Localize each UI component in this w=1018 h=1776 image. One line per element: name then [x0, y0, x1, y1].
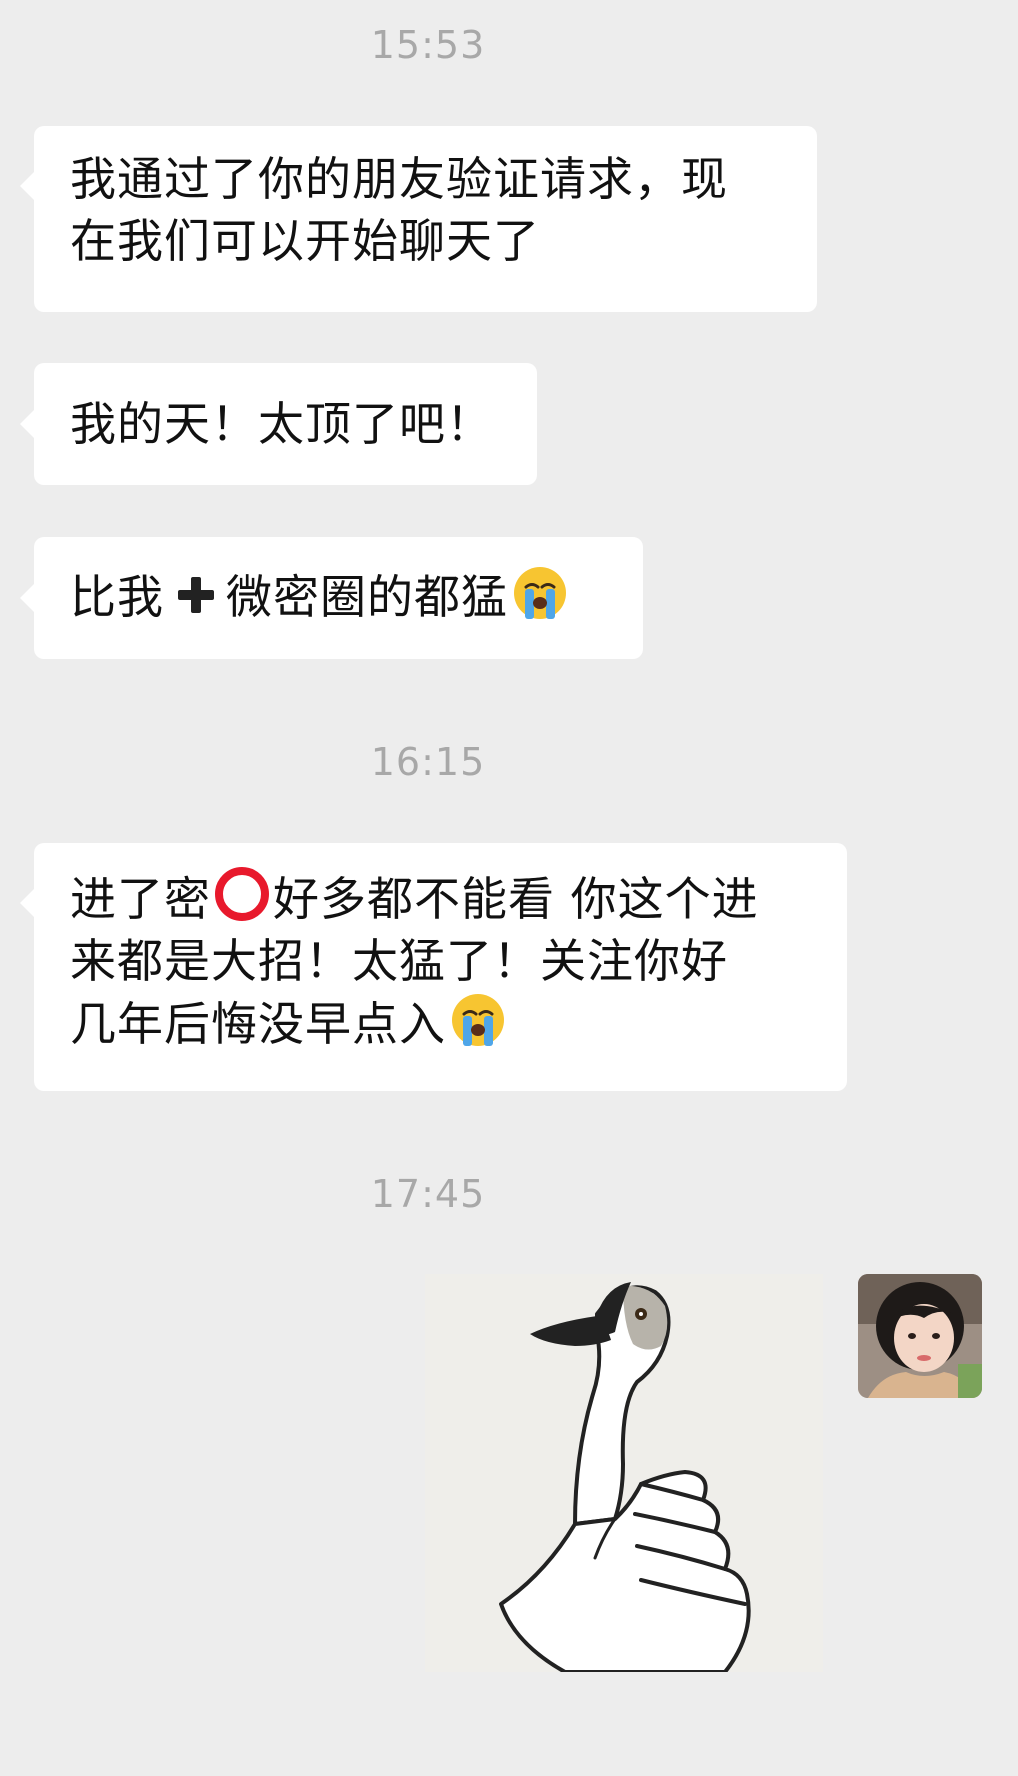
- message-text-line: 在我们可以开始聊天了: [70, 214, 540, 268]
- message-text-line: 几年后悔没早点入: [70, 992, 811, 1055]
- avatar[interactable]: [858, 1274, 982, 1398]
- message-text-part: 微密圈的都猛: [226, 570, 508, 624]
- hollow-red-circle-icon: [215, 867, 269, 921]
- incoming-message-bubble[interactable]: 我通过了你的朋友验证请求，现 在我们可以开始聊天了: [20, 126, 817, 312]
- message-text-part: 好多都不能看 你这个进: [273, 872, 759, 926]
- incoming-message-bubble[interactable]: 比我 微密圈的都猛: [20, 537, 643, 659]
- incoming-message-bubble[interactable]: 我的天！太顶了吧！: [20, 363, 537, 485]
- goose-thumbs-up-illustration: [499, 1282, 751, 1674]
- message-text-line: 进了密 好多都不能看 你这个进: [70, 865, 811, 930]
- loudly-crying-face-icon: [514, 567, 566, 619]
- incoming-message-bubble[interactable]: 进了密 好多都不能看 你这个进 来都是大招！太猛了！关注你好 几年后悔没早点入: [20, 843, 847, 1091]
- loudly-crying-face-icon: [452, 994, 504, 1046]
- message-text-part: 几年后悔没早点入: [70, 997, 446, 1051]
- chat-area[interactable]: 15:53 我通过了你的朋友验证请求，现 在我们可以开始聊天了 我的天！太顶了吧…: [0, 0, 1018, 1776]
- message-text-line: 我通过了你的朋友验证请求，现: [70, 152, 728, 206]
- message-text: 比我 微密圈的都猛: [70, 565, 607, 628]
- message-text-part: 比我: [70, 570, 164, 624]
- timestamp: 16:15: [370, 740, 486, 784]
- timestamp: 15:53: [370, 23, 486, 67]
- message-text: 我的天！太顶了吧！: [70, 397, 493, 451]
- heavy-plus-icon: [178, 577, 214, 613]
- user-avatar-photo: [858, 1274, 982, 1398]
- message-text-part: 进了密: [70, 872, 211, 926]
- goose-thumbs-up-sticker[interactable]: [425, 1274, 823, 1674]
- timestamp: 17:45: [370, 1172, 486, 1216]
- message-text-line: 来都是大招！太猛了！关注你好: [70, 934, 728, 988]
